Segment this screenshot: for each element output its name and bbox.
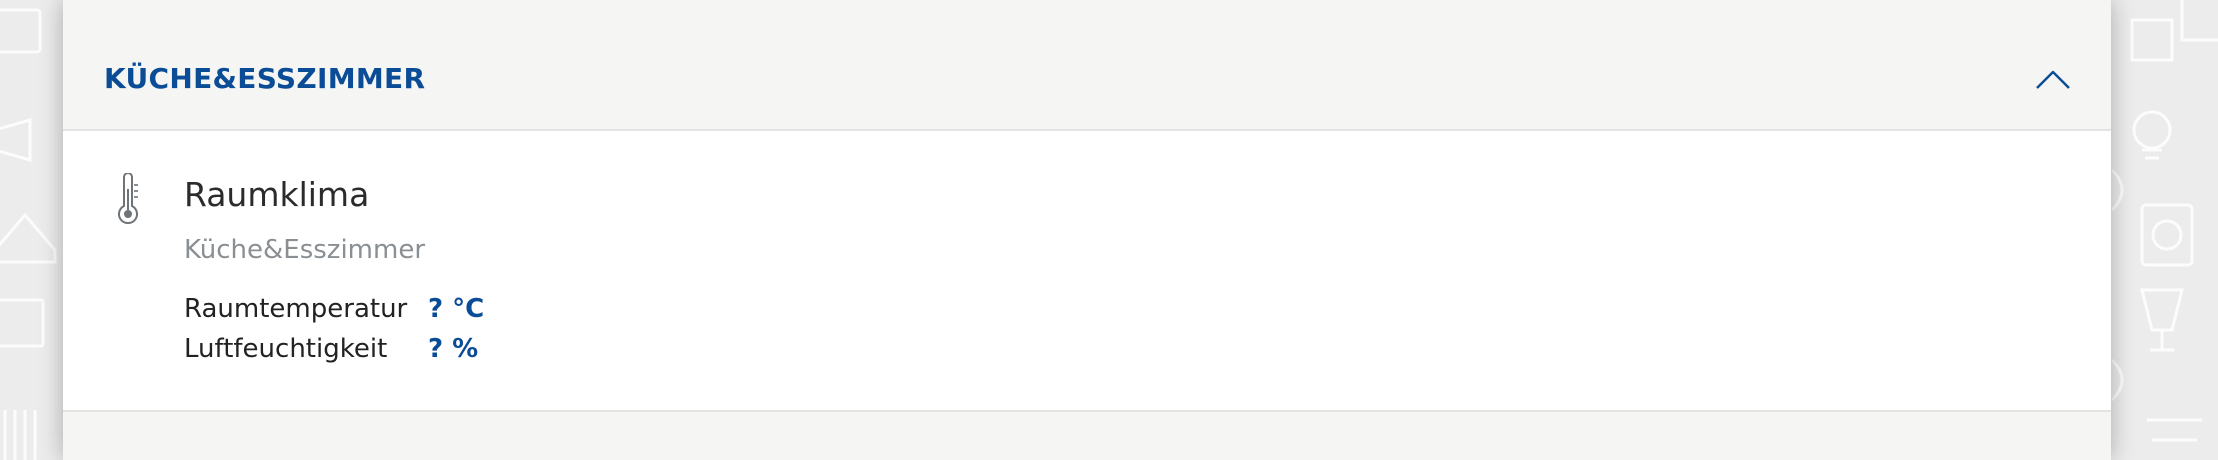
card-title: Raumklima: [184, 175, 370, 214]
room-panel: KÜCHE&ESSZIMMER Raumklima Küche&Esszimme…: [63, 0, 2111, 460]
background-pattern-right: [2112, 0, 2218, 460]
section-title: KÜCHE&ESSZIMMER: [104, 62, 426, 95]
temperature-value: ? °C: [428, 294, 485, 324]
section-header[interactable]: KÜCHE&ESSZIMMER: [63, 0, 2111, 131]
humidity-value: ? %: [428, 334, 479, 364]
temperature-label: Raumtemperatur: [184, 294, 408, 324]
room-climate-card[interactable]: Raumklima Küche&Esszimmer Raumtemperatur…: [63, 131, 2111, 412]
card-subtitle: Küche&Esszimmer: [184, 235, 426, 265]
next-section-strip: [63, 412, 2111, 460]
humidity-label: Luftfeuchtigkeit: [184, 334, 388, 364]
background-pattern-left: [0, 0, 70, 460]
chevron-up-icon[interactable]: [2033, 66, 2073, 92]
thermometer-icon: [115, 172, 141, 225]
